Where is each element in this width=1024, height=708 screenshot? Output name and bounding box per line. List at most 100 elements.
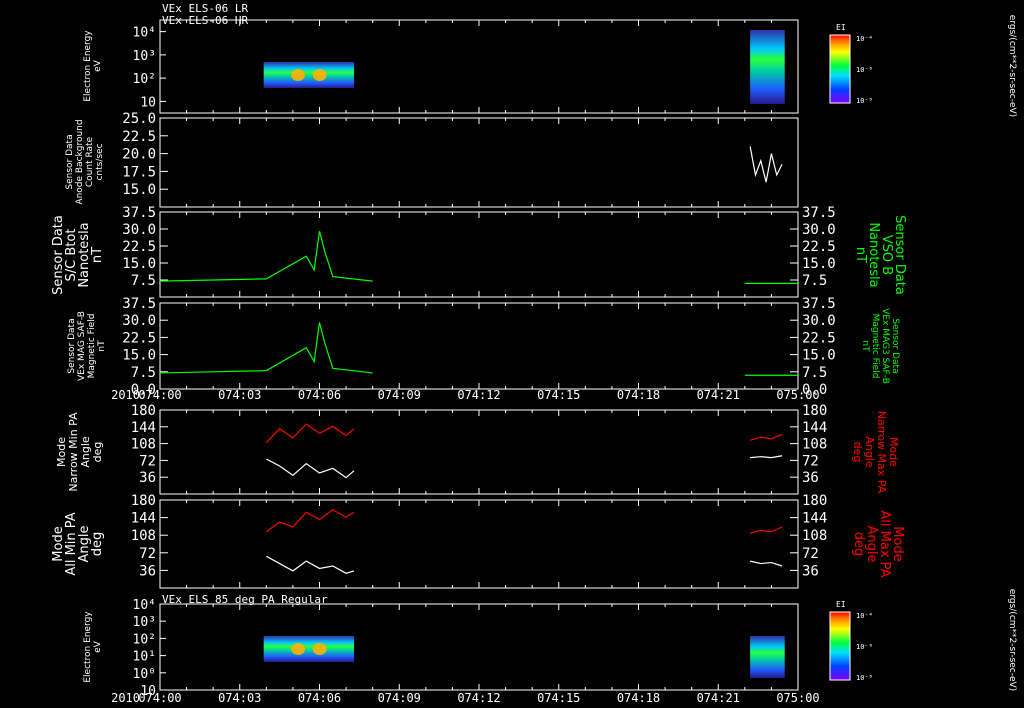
spectrogram-hotspot — [291, 643, 306, 655]
y-tick-label: 10² — [133, 632, 156, 647]
colorbar-unit-bottom: ergs/(cm**2-sr-sec-eV) — [1007, 589, 1017, 691]
series-line-all-min-pa — [750, 560, 783, 567]
y-tick-label: 20.0 — [122, 147, 156, 163]
axis-label-line: nT — [97, 340, 107, 352]
axis-label-line: nT — [90, 246, 105, 264]
y-tick-label: 15.0 — [122, 182, 156, 198]
time-tick-label: 075:00 — [776, 691, 819, 705]
axis-label-line: Magnetic Field — [87, 313, 97, 379]
axis-label-line: ergs/(cm**2-sr-sec-eV) — [1007, 588, 1017, 692]
y-tick-label-right: 15.0 — [802, 348, 836, 364]
y-tick-label: 10 — [140, 95, 156, 110]
time-tick-label: 074:12 — [457, 388, 500, 402]
colorbar-label: 10⁻⁸ — [856, 97, 873, 105]
colorbar-label: 10⁻⁶ — [856, 66, 873, 74]
panel-6-ylabel: Mode All Min PA Angle deg — [51, 512, 105, 575]
time-tick-label: 074:06 — [298, 388, 341, 402]
axis-label-line: Mode — [887, 437, 900, 467]
axis-label-line: Count Rate — [85, 136, 95, 188]
y-tick-label: 72 — [139, 453, 156, 469]
y-tick-label-right: 30.0 — [802, 222, 836, 238]
y-tick-label: 15.0 — [122, 348, 156, 364]
spectrogram-block — [750, 30, 785, 104]
y-tick-label: 10¹ — [133, 650, 156, 665]
panel-frame-7 — [159, 603, 799, 691]
colorbar-label: 10⁻⁴ — [856, 612, 873, 620]
y-tick-label: 10 — [140, 684, 156, 699]
spectrogram-hotspot — [312, 69, 327, 81]
series-line-narrow-max-pa — [265, 423, 355, 444]
y-tick-label: 22.5 — [122, 129, 156, 145]
time-tick-label: 074:09 — [378, 388, 421, 402]
axis-label-line: Nanotesla — [866, 222, 881, 288]
panel-1-ylabel: Electron Energy eV — [83, 30, 103, 101]
axis-label-line: deg — [851, 441, 864, 463]
y-tick-label-right: 22.5 — [802, 330, 836, 346]
axis-label-line: Angle — [863, 436, 876, 468]
y-tick-label: 144 — [131, 420, 156, 436]
y-tick-label: 10⁴ — [133, 598, 156, 613]
series-line-narrow-max-pa — [749, 433, 783, 441]
series-line — [159, 322, 373, 374]
colorbar-title: EI — [836, 600, 846, 609]
y-tick-label: 10³ — [133, 615, 156, 630]
spectrogram-block — [263, 62, 355, 88]
y-tick-label-right: 36 — [802, 563, 819, 579]
y-tick-label: 10² — [133, 72, 156, 87]
y-tick-label-right: 180 — [802, 403, 827, 419]
panel-frame-5 — [159, 409, 799, 495]
y-tick-label-right: 7.5 — [802, 273, 827, 289]
axis-label-line: Anode Background — [75, 119, 85, 205]
colorbar-title: EI — [836, 23, 846, 32]
y-tick-label-right: 7.5 — [802, 365, 827, 381]
time-tick-label: 074:03 — [218, 691, 261, 705]
y-tick-label: 180 — [131, 403, 156, 419]
y-tick-label-right: 108 — [802, 528, 827, 544]
time-tick-label: 074:09 — [378, 691, 421, 705]
y-tick-label: 0.0 — [131, 382, 156, 398]
y-tick-label-right: 72 — [802, 453, 819, 469]
y-tick-label: 25.0 — [122, 111, 156, 127]
time-tick-label: 074:12 — [457, 691, 500, 705]
panel-frame-2 — [159, 117, 799, 208]
year-label: 2010 — [111, 691, 140, 705]
y-tick-label: 108 — [131, 528, 156, 544]
time-tick-label: 074:06 — [298, 691, 341, 705]
y-tick-label-right: 30.0 — [802, 313, 836, 329]
panel-4-rlabel: Sensor Data VEx MAG3 SAF-B Magnetic Field n… — [860, 308, 900, 384]
series-line-narrow-min-pa — [266, 458, 355, 479]
bottom-panel-title: VEx ELS 85 deg PA Regular — [162, 593, 328, 606]
panel-frame-4 — [159, 302, 799, 390]
spectrogram-block — [263, 636, 355, 662]
y-tick-label: 10³ — [133, 49, 156, 64]
y-tick-label: 17.5 — [122, 164, 156, 180]
y-tick-label-right: 22.5 — [802, 239, 836, 255]
y-tick-label: 7.5 — [131, 273, 156, 289]
axis-label-line: VEx MAG3 SAF-B — [880, 308, 890, 384]
series-line-all-max-pa — [749, 526, 783, 534]
panel-2-ylabel: Sensor Data Anode Background Count Rate cnt… — [65, 119, 105, 204]
y-tick-label-right: 180 — [802, 493, 827, 509]
panel-5-rlabel: Mode Narrow Max PA Angle deg — [851, 411, 900, 494]
time-tick-label: 074:18 — [617, 691, 660, 705]
axis-label-line: cnts/sec — [95, 143, 105, 181]
axis-label-line: VEx MAG SAF-B — [77, 311, 87, 381]
y-tick-label-right: 36 — [802, 470, 819, 486]
series-line-all-min-pa — [266, 555, 355, 574]
axis-label-line: deg — [90, 531, 105, 557]
axis-label-line: eV — [93, 60, 103, 72]
axis-label-line: ergs/(cm**2-sr-sec-eV) — [1007, 14, 1017, 118]
axis-label-line: Magnetic Field — [870, 313, 880, 379]
y-tick-label: 108 — [131, 437, 156, 453]
axis-label-line: Electron Energy — [83, 611, 93, 683]
y-tick-label: 7.5 — [131, 365, 156, 381]
y-tick-label: 36 — [139, 563, 156, 579]
panel-frame-6 — [159, 499, 799, 589]
time-tick-label: 074:21 — [697, 691, 740, 705]
series-line-all-max-pa — [265, 509, 355, 533]
y-tick-label: 30.0 — [122, 222, 156, 238]
time-tick-label: 074:18 — [617, 388, 660, 402]
colorbar-label: 10⁻⁴ — [856, 35, 873, 43]
axis-label-line: Mode — [890, 526, 905, 562]
y-tick-label: 10⁰ — [133, 667, 156, 682]
